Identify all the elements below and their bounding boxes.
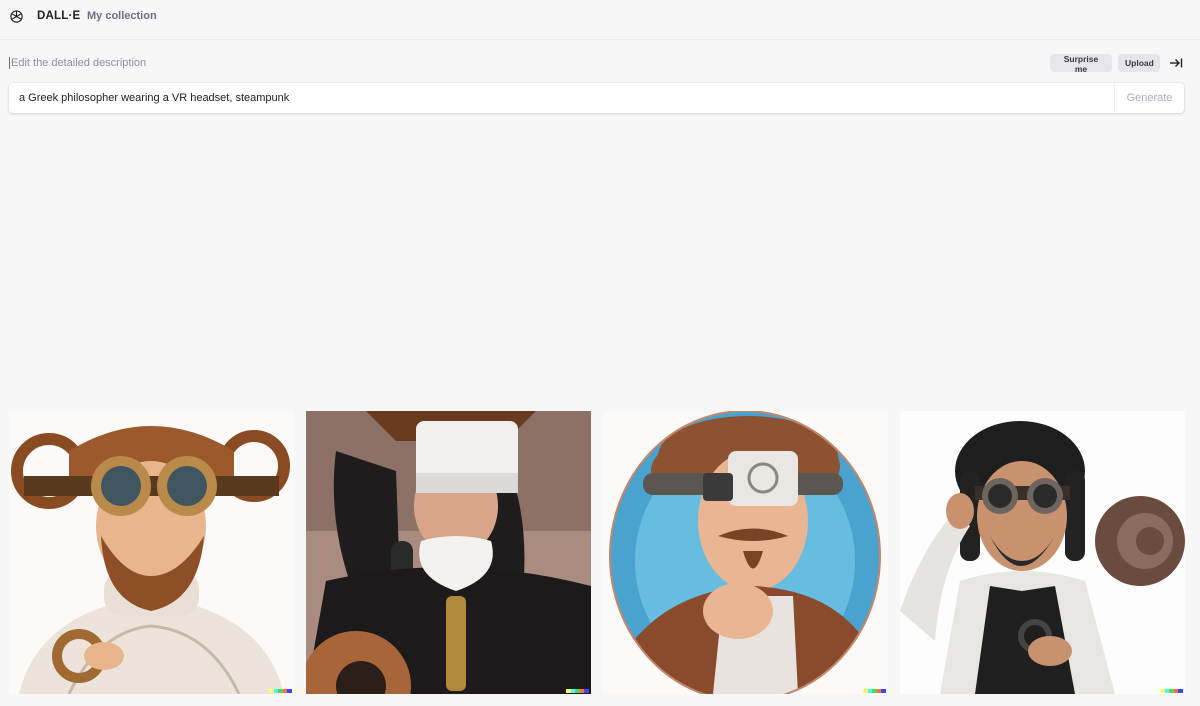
- upload-button[interactable]: Upload: [1118, 54, 1160, 72]
- image-man-steampunk-goggles: [900, 411, 1185, 694]
- image-philosopher-brass-goggles: [9, 411, 294, 694]
- collapse-right-icon[interactable]: [1168, 55, 1184, 71]
- dalle-signature: [566, 689, 589, 693]
- generated-image-4[interactable]: [900, 411, 1185, 694]
- top-bar: DALL·E My collection: [0, 0, 1200, 40]
- surprise-me-button[interactable]: Surprise me: [1050, 54, 1112, 74]
- image-person-white-vr-headset: [306, 411, 591, 694]
- nav-my-collection[interactable]: My collection: [87, 10, 157, 22]
- generated-image-1[interactable]: [9, 411, 294, 694]
- dalle-signature: [1160, 689, 1183, 693]
- generated-image-3[interactable]: [603, 411, 888, 694]
- brand-name[interactable]: DALL·E: [37, 10, 80, 22]
- dalle-signature: [269, 689, 292, 693]
- prompt-input[interactable]: [9, 83, 1114, 113]
- image-oval-portrait-philosopher: [603, 411, 888, 694]
- prompt-box: Generate: [9, 83, 1184, 113]
- prompt-hint: Edit the detailed description: [9, 57, 147, 69]
- generated-image-2[interactable]: [306, 411, 591, 694]
- dalle-signature: [863, 689, 886, 693]
- generate-button[interactable]: Generate: [1114, 83, 1184, 113]
- openai-logo-icon[interactable]: [8, 8, 25, 25]
